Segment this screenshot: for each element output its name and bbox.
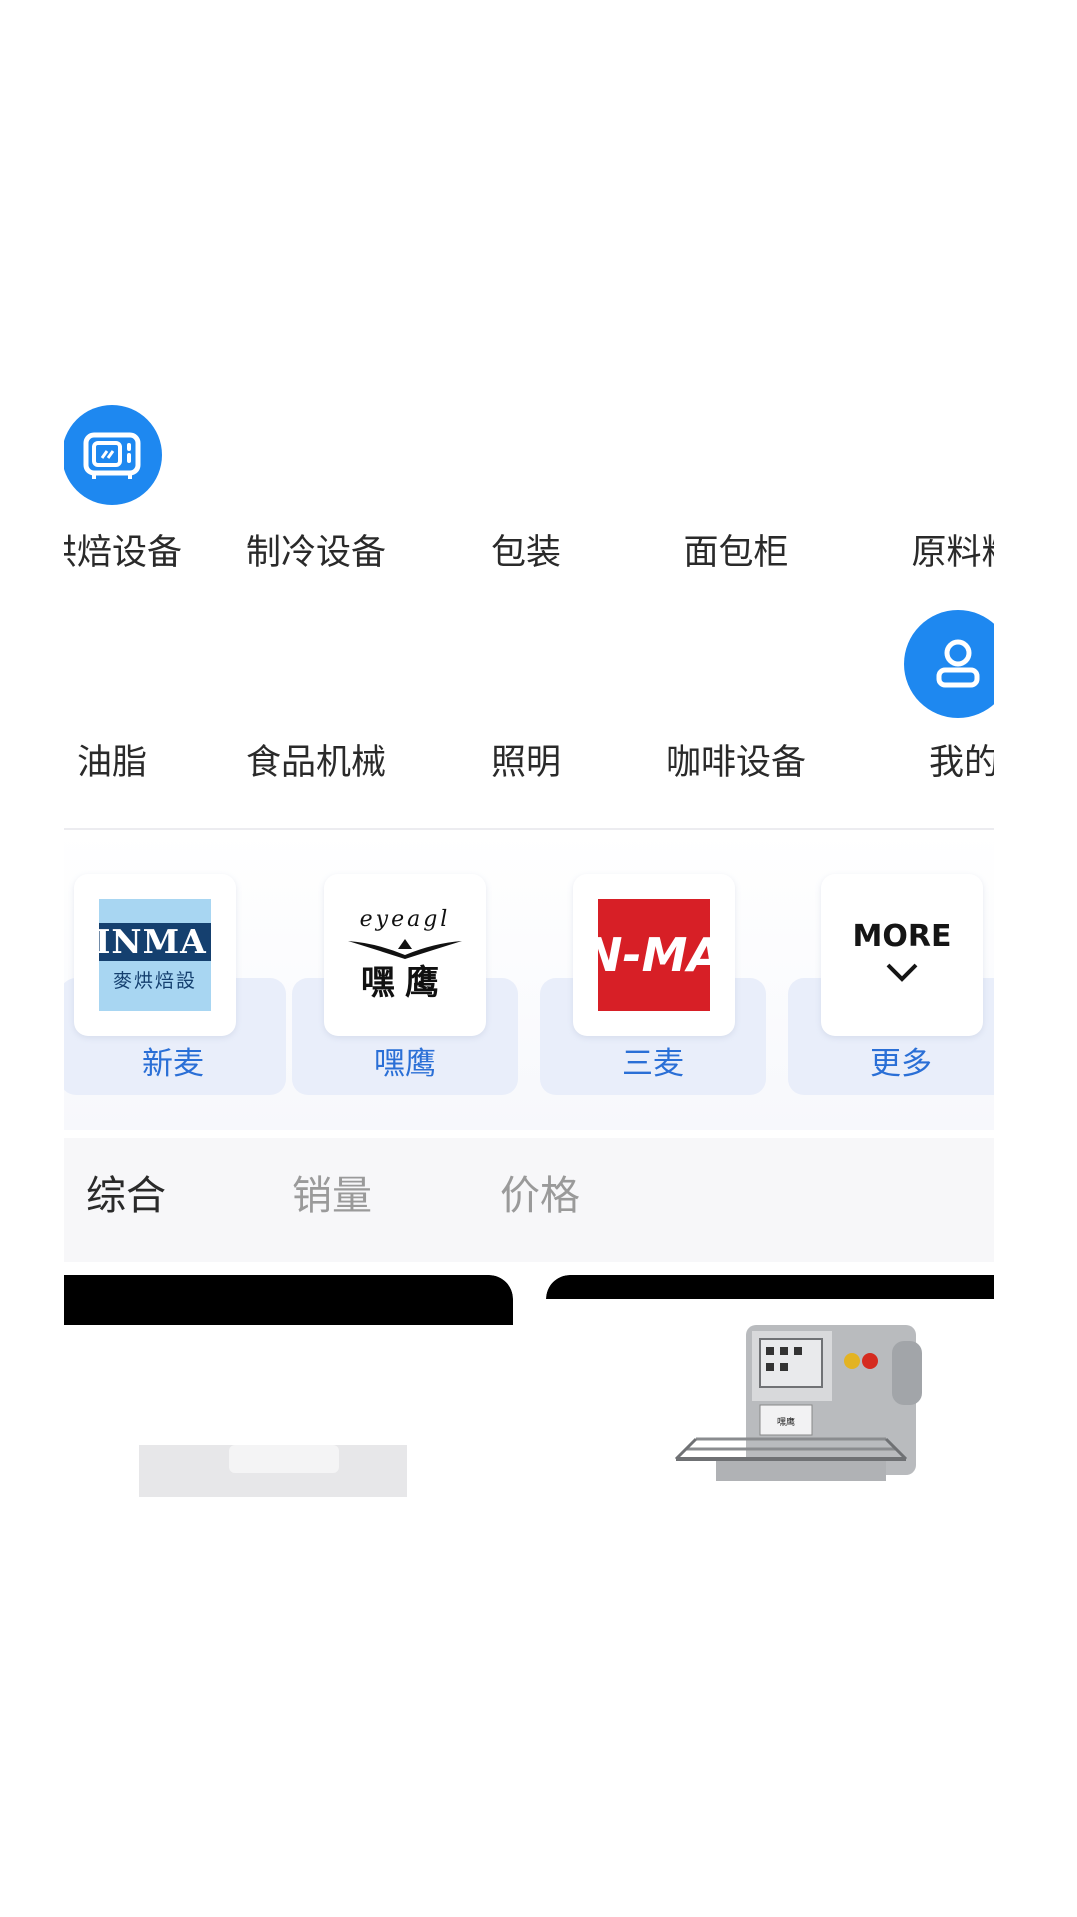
oven-icon: [83, 432, 141, 479]
eagle-wings-icon: [348, 939, 462, 959]
category-bread-cabinet[interactable]: 面包柜: [626, 533, 846, 573]
mine-category-icon[interactable]: [904, 610, 994, 718]
sanmai-logo[interactable]: N-MA: [573, 874, 735, 1036]
svg-text:嘿鹰: 嘿鹰: [777, 1416, 795, 1428]
chevron-down-icon: [886, 963, 918, 982]
category-baking[interactable]: 烘焙设备: [64, 533, 222, 573]
brand-name-sanmai[interactable]: 三麦: [540, 1044, 766, 1084]
category-mine[interactable]: 我的: [854, 743, 994, 783]
brand-name-xinmai[interactable]: 新麦: [64, 1044, 286, 1084]
heiying-logo[interactable]: eyeagl 嘿鹰: [324, 874, 486, 1036]
app-screen: 烘焙设备 制冷设备 包装 面包柜 原料料 油脂 食品机械 照明 咖啡设备 我的 …: [64, 0, 994, 1497]
category-packaging[interactable]: 包装: [416, 533, 636, 573]
brand-name-more[interactable]: 更多: [788, 1044, 994, 1084]
dough-mixer-image: 嘿鹰: [674, 1325, 922, 1481]
more-logo[interactable]: MORE: [821, 874, 983, 1036]
tab-sales[interactable]: 销量: [292, 1170, 372, 1222]
brand-name-heiying[interactable]: 嘿鹰: [292, 1044, 518, 1084]
product-image-header: [64, 1275, 513, 1325]
product-image-header: [546, 1275, 994, 1299]
product-card[interactable]: [64, 1275, 513, 1497]
category-food-machinery[interactable]: 食品机械: [206, 743, 426, 783]
user-icon: [936, 639, 980, 688]
heiying-logo-image: eyeagl 嘿鹰: [346, 899, 464, 1011]
product-card[interactable]: 嘿鹰: [546, 1275, 994, 1497]
product-image: [139, 1445, 407, 1497]
category-refrigeration[interactable]: 制冷设备: [206, 533, 426, 573]
category-lighting[interactable]: 照明: [416, 743, 636, 783]
more-logo-image: MORE: [827, 899, 977, 1011]
tab-price[interactable]: 价格: [500, 1170, 580, 1222]
tab-comprehensive[interactable]: 综合: [86, 1170, 166, 1222]
oven-category-icon[interactable]: [64, 405, 162, 505]
xinmai-logo[interactable]: INMA 麥烘焙設: [74, 874, 236, 1036]
category-oils[interactable]: 油脂: [64, 743, 222, 783]
xinmai-logo-image: INMA 麥烘焙設: [99, 899, 211, 1011]
category-raw-materials[interactable]: 原料料: [854, 533, 994, 573]
category-coffee[interactable]: 咖啡设备: [626, 743, 846, 783]
sanmai-logo-image: N-MA: [598, 899, 710, 1011]
